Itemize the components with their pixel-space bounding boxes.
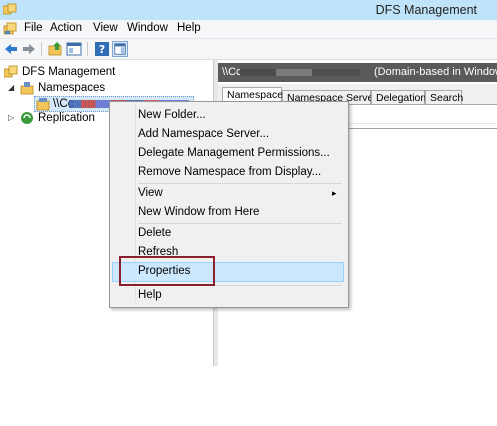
title-bar: DFS Management — [0, 0, 497, 20]
replication-icon — [21, 112, 33, 124]
tree-label-root: DFS Management — [22, 66, 116, 78]
menu-item-delete[interactable]: Delete — [110, 224, 348, 243]
help-icon[interactable]: ? — [94, 41, 110, 57]
tab-search[interactable]: Search — [425, 90, 463, 104]
window-title: DFS Management — [375, 3, 477, 17]
menu-item-view[interactable]: View ▸ — [110, 184, 348, 203]
menu-item-delegate-permissions[interactable]: Delegate Management Permissions... — [110, 144, 348, 163]
menu-bar: File Action View Window Help — [0, 20, 497, 39]
show-hide-tree-icon[interactable] — [66, 41, 82, 57]
tree-label-namespaces: Namespaces — [38, 82, 106, 94]
toolbar: ? — [0, 39, 497, 60]
forward-arrow-icon[interactable] — [21, 41, 37, 57]
details-header-path: \\Cc — [222, 66, 242, 78]
menu-view[interactable]: View — [93, 22, 118, 34]
menu-item-remove-namespace[interactable]: Remove Namespace from Display... — [110, 163, 348, 182]
redacted-path — [240, 69, 360, 76]
annotation-highlight-box — [119, 256, 215, 286]
tab-delegation[interactable]: Delegation — [371, 90, 426, 104]
system-menu-icon[interactable] — [3, 22, 17, 36]
back-arrow-icon[interactable] — [3, 41, 19, 57]
menu-window[interactable]: Window — [127, 22, 168, 34]
menu-file[interactable]: File — [24, 22, 43, 34]
menu-item-new-window[interactable]: New Window from Here — [110, 203, 348, 222]
toolbar-separator — [87, 42, 88, 56]
expanded-arrow-icon[interactable]: ◢ — [8, 80, 14, 96]
submenu-arrow-icon: ▸ — [332, 188, 337, 198]
collapsed-arrow-icon[interactable]: ▷ — [8, 110, 14, 126]
namespaces-icon — [20, 82, 34, 95]
properties-pane-icon[interactable] — [112, 41, 128, 57]
details-header: \\Cc (Domain-based in Windows — [218, 63, 497, 82]
details-header-type: (Domain-based in Windows — [374, 66, 497, 78]
menu-help[interactable]: Help — [177, 22, 201, 34]
up-folder-icon[interactable] — [48, 41, 64, 57]
menu-item-help[interactable]: Help — [110, 286, 348, 305]
menu-item-new-folder[interactable]: New Folder... — [110, 106, 348, 125]
tree-label-replication: Replication — [38, 112, 95, 124]
namespace-folder-icon — [36, 98, 50, 111]
dfs-management-icon — [4, 65, 18, 78]
svg-text:?: ? — [99, 43, 105, 56]
menu-action[interactable]: Action — [50, 22, 82, 34]
toolbar-separator — [41, 42, 42, 56]
menu-item-add-namespace-server[interactable]: Add Namespace Server... — [110, 125, 348, 144]
